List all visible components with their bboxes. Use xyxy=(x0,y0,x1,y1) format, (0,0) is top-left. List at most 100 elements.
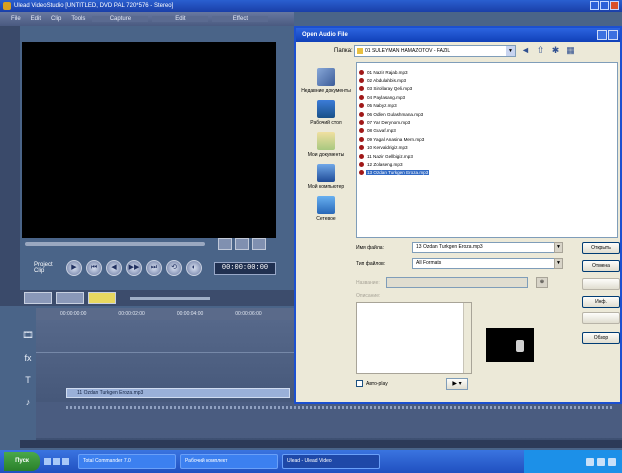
step-edit[interactable]: Edit xyxy=(152,16,209,22)
mp3-file-icon xyxy=(359,78,364,84)
quick-launch-icon[interactable] xyxy=(44,458,51,465)
audio-clip[interactable]: 11 Ozdan Turkgen Eroza.mp3 xyxy=(66,388,290,398)
storyboard-view-button[interactable] xyxy=(24,292,52,304)
file-name: 02 Abdulahbis.mp3 xyxy=(367,78,407,84)
split-button[interactable] xyxy=(252,238,266,250)
close-button[interactable] xyxy=(610,1,619,10)
menu-edit[interactable]: Edit xyxy=(28,16,44,22)
timeline-view-button[interactable] xyxy=(56,292,84,304)
look-in-select[interactable]: 01 SULEYMAN HAMAZOTOV - FAZIL ▼ xyxy=(354,45,516,57)
my-computer-icon xyxy=(317,164,335,182)
step-capture[interactable]: Capture xyxy=(92,16,149,22)
volume-button[interactable]: ◐ xyxy=(186,260,202,276)
chevron-down-icon[interactable]: ▼ xyxy=(506,46,515,56)
browse-button[interactable]: Обзор xyxy=(582,332,620,344)
task-total-commander[interactable]: Total Commander 7.0 xyxy=(78,454,176,469)
tray-icon[interactable] xyxy=(586,457,594,466)
subject-icon-button[interactable]: ⊕ xyxy=(536,277,548,288)
menu-clip[interactable]: Clip xyxy=(48,16,64,22)
file-row[interactable]: 12 Zolaseng.mp3 xyxy=(359,160,617,168)
open-button[interactable]: Открыть xyxy=(582,242,620,254)
preview-thumbnail xyxy=(486,328,534,362)
step-effect[interactable]: Effect xyxy=(212,16,269,22)
dialog-title-bar[interactable]: Open Audio File xyxy=(296,28,620,42)
description-scrollbar[interactable] xyxy=(463,303,471,373)
task-ulead[interactable]: Ulead - Ulead Video xyxy=(282,454,380,469)
cancel-button[interactable]: Отмена xyxy=(582,260,620,272)
file-row[interactable]: 03 Sirollaray Qeli.mp3 xyxy=(359,85,617,93)
look-in-label: Папка: xyxy=(334,48,353,54)
place-my-documents[interactable]: Мои документы xyxy=(299,132,353,158)
network-icon xyxy=(317,196,335,214)
file-row[interactable]: 08 Guvaf.mp3 xyxy=(359,127,617,135)
file-row[interactable]: 07 Yar Derynom.mp3 xyxy=(359,118,617,126)
view-menu-icon[interactable]: ▦ xyxy=(565,45,576,56)
place-my-computer[interactable]: Мой компьютер xyxy=(299,164,353,190)
task-desktop[interactable]: Рабочий комплект xyxy=(180,454,278,469)
file-row[interactable]: 05 Nabyz.mp3 xyxy=(359,102,617,110)
timeline-ruler[interactable]: 00:00:00:00 00:00:02:00 00:00:04:00 00:0… xyxy=(36,308,294,320)
place-recent[interactable]: Недавние документы xyxy=(299,68,353,94)
checkbox-box[interactable] xyxy=(356,380,363,387)
info-button[interactable]: Инф. xyxy=(582,296,620,308)
app-title-bar[interactable]: Ulead VideoStudio [UNTITLED, DVD PAL 720… xyxy=(0,0,622,12)
timeline-scrollbar[interactable] xyxy=(20,440,622,448)
file-row[interactable]: 09 Yagal Anasina Mern.mp3 xyxy=(359,135,617,143)
home-button[interactable]: ⏮ xyxy=(86,260,102,276)
tray-icon[interactable] xyxy=(608,457,616,466)
file-row[interactable]: 02 Abdulahbis.mp3 xyxy=(359,76,617,84)
mp3-file-icon xyxy=(359,145,364,151)
end-button[interactable]: ⏭ xyxy=(146,260,162,276)
minimize-button[interactable] xyxy=(590,1,599,10)
timecode-display[interactable]: 00:00:00:00 xyxy=(214,262,276,275)
play-button[interactable]: ▶ xyxy=(66,260,82,276)
file-list[interactable]: 01 Nazir Rajab.mp3 02 Abdulahbis.mp3 03 Si… xyxy=(356,62,618,238)
menu-file[interactable]: File xyxy=(8,16,24,22)
preview-window xyxy=(22,42,276,238)
file-row[interactable]: 11 Nazir Gellbigiz.mp3 xyxy=(359,152,617,160)
mark-in-button[interactable] xyxy=(218,238,232,250)
start-button[interactable]: Пуск xyxy=(4,452,40,471)
file-type-select[interactable]: All Formats xyxy=(412,258,560,269)
play-preview-button[interactable]: ▶ ▾ xyxy=(446,378,468,390)
maximize-button[interactable] xyxy=(600,1,609,10)
auto-play-checkbox[interactable]: Авто-play xyxy=(356,380,388,387)
description-box[interactable] xyxy=(356,302,472,374)
dialog-close-button[interactable] xyxy=(608,30,618,40)
place-desktop[interactable]: Рабочий стол xyxy=(299,100,353,126)
file-row[interactable]: 06 Odlen Gulashmana.mp3 xyxy=(359,110,617,118)
file-row[interactable]: 13 Ozdan Turkgen Eroza.mp3 xyxy=(359,169,617,177)
menu-tools[interactable]: Tools xyxy=(68,16,88,22)
prev-frame-button[interactable]: ◀ xyxy=(106,260,122,276)
project-clip-toggle[interactable]: Project Clip xyxy=(34,262,62,274)
audio-waveform xyxy=(66,406,612,409)
file-row[interactable]: 04 Paylasang.mp3 xyxy=(359,93,617,101)
mark-out-button[interactable] xyxy=(235,238,249,250)
new-folder-icon[interactable]: ✱ xyxy=(550,45,561,56)
title-track-icon: T xyxy=(25,375,31,385)
file-name-dropdown[interactable]: ▼ xyxy=(554,242,563,253)
app-logo-icon xyxy=(3,2,11,10)
file-row[interactable]: 01 Nazir Rajab.mp3 xyxy=(359,68,617,76)
quick-launch-icon[interactable] xyxy=(62,458,69,465)
up-folder-icon[interactable]: ⇧ xyxy=(535,45,546,56)
audio-view-button[interactable] xyxy=(88,292,116,304)
tray-icon[interactable] xyxy=(597,457,605,466)
video-track-icon: 🎞 xyxy=(22,330,34,340)
mp3-file-icon xyxy=(359,94,364,100)
place-network[interactable]: Сетевое xyxy=(299,196,353,222)
file-name: 10 Kervaldrigiz.mp3 xyxy=(367,145,408,151)
audio-file-icon xyxy=(516,340,524,352)
disabled-button xyxy=(582,278,620,290)
dialog-help-button[interactable] xyxy=(597,30,607,40)
repeat-button[interactable]: ⟲ xyxy=(166,260,182,276)
scrubber-bar[interactable] xyxy=(25,242,205,246)
next-frame-button[interactable]: ▶▶ xyxy=(126,260,142,276)
back-icon[interactable]: ◄ xyxy=(520,45,531,56)
dialog-title: Open Audio File xyxy=(302,32,348,38)
quick-launch-icon[interactable] xyxy=(53,458,60,465)
file-row[interactable]: 10 Kervaldrigiz.mp3 xyxy=(359,144,617,152)
file-type-dropdown[interactable]: ▼ xyxy=(554,258,563,269)
file-name-input[interactable]: 13 Ozdan Turkgen Eroza.mp3 xyxy=(412,242,560,253)
zoom-slider[interactable] xyxy=(130,296,210,300)
